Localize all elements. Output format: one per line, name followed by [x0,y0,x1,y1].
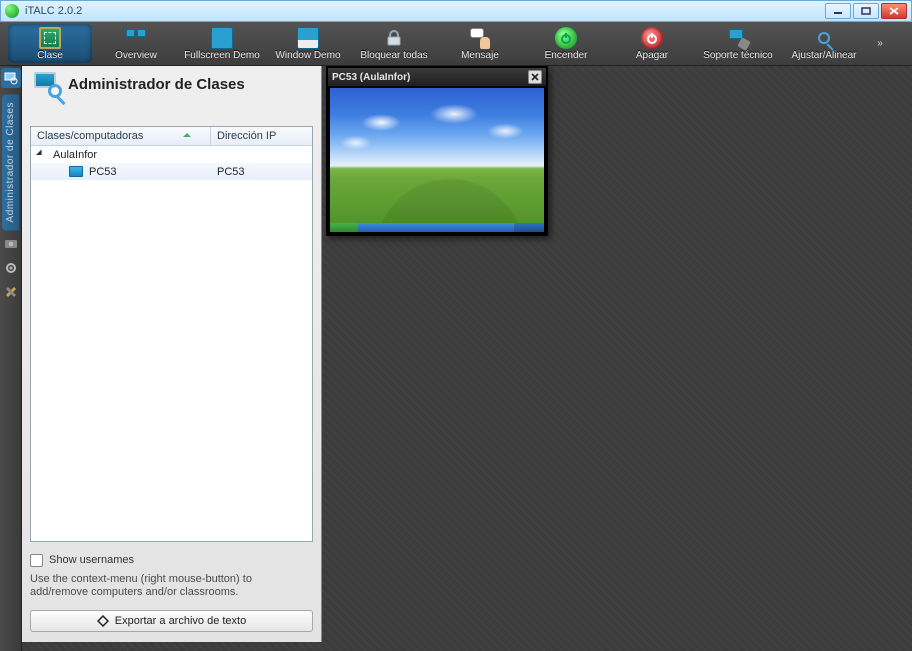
export-text-button[interactable]: Exportar a archivo de texto [30,610,313,632]
toolbar-label: Bloquear todas [360,50,427,61]
tree-computer-row[interactable]: PC53 PC53 [31,163,312,180]
toolbar-clase-button[interactable]: Clase [8,24,92,63]
export-icon [97,615,109,627]
computer-name: PC53 [89,166,117,178]
tree-group-row[interactable]: AulaInfor [31,146,312,163]
computer-icon [69,166,83,177]
computer-ip: PC53 [211,166,312,178]
side-tab-snapshots[interactable] [1,234,21,254]
toolbar-label: Fullscreen Demo [184,50,260,61]
window-demo-icon [297,27,319,49]
show-usernames-checkbox[interactable] [30,554,43,567]
tree-body[interactable]: AulaInfor PC53 PC53 [31,146,312,541]
toolbar-label: Clase [37,50,63,61]
window-titlebar: iTALC 2.0.2 [0,0,912,22]
toolbar-label: Window Demo [275,50,340,61]
magnifier-icon [813,27,835,49]
power-on-icon [555,27,577,49]
chalkboard-icon [39,27,61,49]
side-strip: Administrador de Clases [0,66,22,651]
panel-footer: Show usernames Use the context-menu (rig… [22,548,321,643]
lock-icon [383,27,405,49]
side-tab-class-manager[interactable] [1,68,21,88]
toolbar-adjust-button[interactable]: Ajustar/Alinear [782,24,866,63]
toolbar-label: Mensaje [461,50,499,61]
tree-view[interactable]: Clases/computadoras Dirección IP AulaInf… [30,126,313,542]
client-start-button [330,223,358,232]
client-taskbar [330,223,544,232]
toolbar-power-off-button[interactable]: Apagar [610,24,694,63]
toolbar-window-demo-button[interactable]: Window Demo [266,24,350,63]
toolbar-label: Apagar [636,50,668,61]
client-titlebar[interactable]: PC53 (AulaInfor) [328,68,546,86]
window-title: iTALC 2.0.2 [25,5,82,17]
main-toolbar: Clase Overview Fullscreen Demo Window De… [0,22,912,66]
expander-icon[interactable] [36,149,47,160]
show-usernames-label: Show usernames [49,554,134,566]
toolbar-label: Ajustar/Alinear [791,50,856,61]
toolbar-overflow-icon[interactable]: » [872,38,888,49]
overview-icon [125,27,147,49]
window-maximize-button[interactable] [853,3,879,19]
toolbar-label: Encender [545,50,588,61]
message-icon [469,27,491,49]
column-header-name[interactable]: Clases/computadoras [31,127,211,145]
power-off-icon [641,27,663,49]
toolbar-overview-button[interactable]: Overview [94,24,178,63]
side-vertical-label[interactable]: Administrador de Clases [2,94,19,230]
client-screen-thumbnail[interactable] [328,86,546,234]
panel-header: Administrador de Clases [22,66,321,100]
client-thumbnail-window[interactable]: PC53 (AulaInfor) [326,66,548,236]
group-name: AulaInfor [53,149,97,161]
toolbar-lock-all-button[interactable]: Bloquear todas [352,24,436,63]
window-minimize-button[interactable] [825,3,851,19]
side-tab-config[interactable] [1,258,21,278]
tree-header[interactable]: Clases/computadoras Dirección IP [31,127,312,146]
class-manager-icon [30,70,62,98]
client-tray [514,223,544,232]
toolbar-support-button[interactable]: Soporte técnico [696,24,780,63]
app-icon [5,4,19,18]
side-tab-tools[interactable] [1,282,21,302]
client-close-button[interactable] [528,70,542,84]
context-menu-hint: Use the context-menu (right mouse-button… [30,573,313,601]
fullscreen-icon [211,27,233,49]
support-icon [727,27,749,49]
toolbar-label: Overview [115,50,157,61]
export-label: Exportar a archivo de texto [115,615,246,627]
toolbar-label: Soporte técnico [703,50,773,61]
column-header-ip[interactable]: Dirección IP [211,127,312,145]
toolbar-message-button[interactable]: Mensaje [438,24,522,63]
window-close-button[interactable] [881,3,907,19]
class-manager-panel: Administrador de Clases Clases/computado… [22,66,322,642]
toolbar-fullscreen-demo-button[interactable]: Fullscreen Demo [180,24,264,63]
panel-title: Administrador de Clases [68,76,245,93]
workspace: Administrador de Clases Administrador de… [0,66,912,651]
client-title-text: PC53 (AulaInfor) [332,72,410,83]
toolbar-power-on-button[interactable]: Encender [524,24,608,63]
